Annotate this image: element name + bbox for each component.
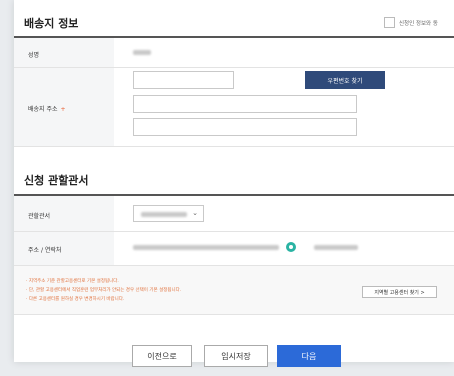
temp-save-button[interactable]: 임시저장 bbox=[204, 345, 268, 367]
postal-code-input[interactable] bbox=[133, 71, 234, 89]
map-pin-icon[interactable] bbox=[286, 242, 296, 252]
region-office-search-button[interactable]: 지역별 고용센터 찾기 > bbox=[362, 286, 437, 298]
office-section-title: 신청 관할관서 bbox=[24, 174, 89, 187]
row-divider bbox=[14, 146, 454, 147]
address-detail-input[interactable] bbox=[133, 118, 357, 136]
same-as-applicant-checkbox[interactable] bbox=[384, 17, 395, 28]
name-value-redacted bbox=[133, 50, 151, 55]
application-form: 배송지 정보 신청인 정보와 동 성명 배송지 주소 + 우편번호 찾기 신청 관… bbox=[14, 0, 454, 367]
name-label: 성명 bbox=[28, 52, 40, 59]
prev-button[interactable]: 이전으로 bbox=[132, 345, 192, 367]
office-select-value-redacted bbox=[141, 212, 187, 217]
delivery-section-title: 배송지 정보 bbox=[24, 17, 79, 30]
next-button[interactable]: 다음 bbox=[277, 345, 341, 367]
row-divider bbox=[14, 314, 454, 315]
office-select[interactable]: ⌄ bbox=[133, 205, 204, 222]
notice-line: · 지역주소 기준 관할고용센터로 기본 설정됩니다. bbox=[26, 279, 119, 284]
address-input[interactable] bbox=[133, 95, 357, 113]
notice-line: · 단, 관할 고용센터에서 직업훈련 업무처리가 안되는 경우 선택이 기본 … bbox=[26, 288, 182, 293]
chevron-down-icon: ⌄ bbox=[192, 209, 198, 217]
office-phone-redacted bbox=[314, 245, 358, 250]
address-contact-label: 주소 / 연락처 bbox=[28, 247, 62, 254]
same-as-applicant-label: 신청인 정보와 동 bbox=[399, 21, 438, 27]
address-label: 배송지 주소 + bbox=[28, 106, 66, 113]
office-label: 관할관서 bbox=[28, 213, 51, 220]
office-address-redacted bbox=[133, 245, 279, 250]
notice-line: · 다른 고용센터를 원하실 경우 변경하시기 바랍니다. bbox=[26, 297, 125, 302]
postal-search-button[interactable]: 우편번호 찾기 bbox=[305, 71, 385, 89]
required-mark: + bbox=[60, 106, 66, 113]
